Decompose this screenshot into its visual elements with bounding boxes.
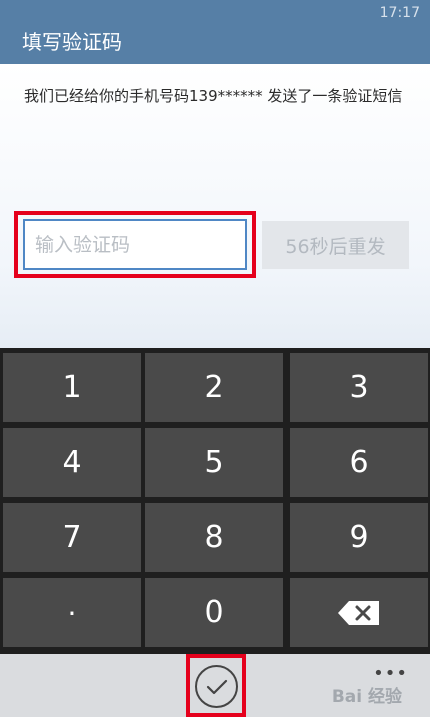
verification-code-input[interactable] (23, 219, 247, 270)
more-icon[interactable]: ••• (373, 663, 408, 684)
page-title: 填写验证码 (22, 30, 122, 54)
confirm-button[interactable] (195, 665, 238, 708)
key-4[interactable]: 4 (3, 428, 141, 497)
header-bar: 17:17 填写验证码 (0, 0, 430, 64)
key-3[interactable]: 3 (290, 353, 428, 422)
numeric-keypad: 1 2 3 4 5 6 7 8 9 . 0 (0, 348, 430, 654)
watermark: Bai 经验 (331, 687, 402, 707)
key-1[interactable]: 1 (3, 353, 141, 422)
key-7[interactable]: 7 (3, 503, 141, 572)
sms-message: 我们已经给你的手机号码139****** 发送了一条验证短信 (24, 87, 403, 105)
checkmark-icon (206, 679, 227, 694)
key-6[interactable]: 6 (290, 428, 428, 497)
backspace-key[interactable] (290, 578, 428, 647)
key-9[interactable]: 9 (290, 503, 428, 572)
key-0[interactable]: 0 (145, 578, 283, 647)
key-dot[interactable]: . (3, 578, 141, 647)
backspace-icon (338, 600, 379, 625)
status-time: 17:17 (379, 5, 420, 21)
key-2[interactable]: 2 (145, 353, 283, 422)
confirm-highlight (186, 654, 246, 717)
content-area: 我们已经给你的手机号码139****** 发送了一条验证短信 56秒后重发 (0, 64, 430, 348)
key-8[interactable]: 8 (145, 503, 283, 572)
key-5[interactable]: 5 (145, 428, 283, 497)
resend-button[interactable]: 56秒后重发 (262, 221, 409, 269)
app-bar: ••• Bai 经验 (0, 654, 430, 717)
code-input-highlight (14, 211, 256, 278)
